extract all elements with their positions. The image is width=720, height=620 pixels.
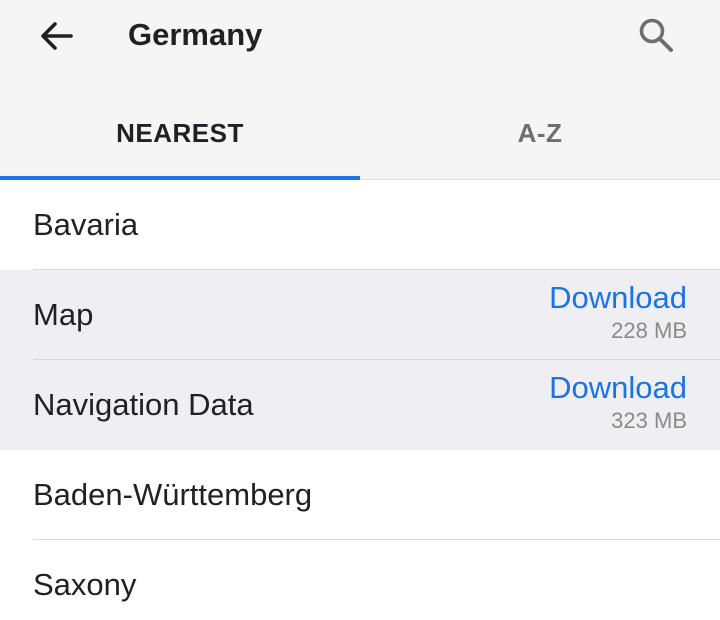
map-download-button[interactable]: Download xyxy=(549,278,687,318)
navigation-data-download-action: Download 323 MB xyxy=(549,368,687,434)
list-item-label: Baden-Württemberg xyxy=(33,477,313,512)
navigation-data-size-text: 323 MB xyxy=(611,408,687,433)
list-item-label: Navigation Data xyxy=(33,387,254,422)
tab-nearest[interactable]: NEAREST xyxy=(0,90,360,180)
page-title: Germany xyxy=(128,17,263,52)
arrow-left-icon xyxy=(41,22,73,50)
tab-bar: NEAREST A-Z xyxy=(0,90,720,180)
app-screen: Germany NEAREST A-Z Bavaria Map Download… xyxy=(0,0,720,620)
back-button[interactable] xyxy=(26,12,86,60)
list-item-map[interactable]: Map Download 228 MB xyxy=(0,270,720,360)
list-item-baden-wurttemberg[interactable]: Baden-Württemberg xyxy=(0,450,720,540)
tab-nearest-label: NEAREST xyxy=(116,117,244,148)
map-download-action: Download 228 MB xyxy=(549,278,687,344)
list-item-bavaria[interactable]: Bavaria xyxy=(0,180,720,270)
list-item-label: Bavaria xyxy=(33,207,139,242)
tab-a-z[interactable]: A-Z xyxy=(360,90,720,180)
top-bar: Germany xyxy=(0,0,720,90)
tab-a-z-label: A-Z xyxy=(517,117,563,148)
navigation-data-download-button[interactable]: Download xyxy=(549,368,687,408)
map-size-text: 228 MB xyxy=(611,318,687,343)
list-item-label: Map xyxy=(33,297,94,332)
search-button[interactable] xyxy=(626,10,686,60)
search-icon xyxy=(639,18,673,52)
app-header: Germany NEAREST A-Z xyxy=(0,0,720,180)
list-item-saxony[interactable]: Saxony xyxy=(0,540,720,620)
list-item-navigation-data[interactable]: Navigation Data Download 323 MB xyxy=(0,360,720,450)
list-item-label: Saxony xyxy=(33,567,137,602)
region-list: Bavaria Map Download 228 MB Navigation D… xyxy=(0,180,720,620)
